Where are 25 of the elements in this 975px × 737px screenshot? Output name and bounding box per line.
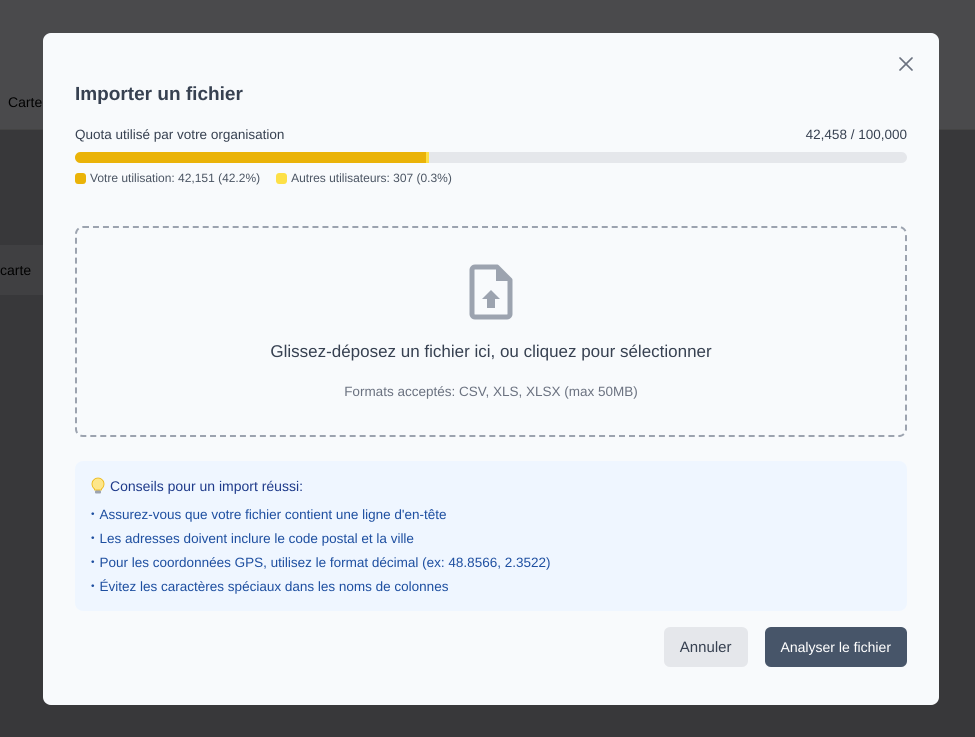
bullet: •: [91, 580, 95, 594]
bullet: •: [91, 532, 95, 546]
analyze-button[interactable]: Analyser le fichier: [764, 627, 907, 667]
bullet: •: [91, 508, 95, 522]
dialog-title: Importer un fichier: [75, 83, 244, 107]
drop-zone-text: Glissez-déposez un fichier ici, ou cliquez pour sélectionner: [270, 342, 712, 362]
file-upload-icon: [469, 264, 513, 320]
tip-text: Les adresses doivent inclure le code postal et la ville: [100, 530, 414, 548]
quota-total: 42,458 / 100,000: [806, 127, 907, 142]
tip-text: Pour les coordonnées GPS, utilisez le format décimal (ex: 48.8566, 2.3522): [100, 554, 551, 572]
file-drop-zone[interactable]: Glissez-déposez un fichier ici, ou cliquez pour sélectionner Formats acceptés: CSV, XLS, XLSX (max 50MB): [75, 226, 907, 437]
lightbulb-icon: [91, 477, 105, 495]
cancel-button[interactable]: Annuler: [664, 627, 748, 667]
bullet: •: [91, 556, 95, 570]
legend-label: Votre utilisation: 42,151 (42.2%): [90, 171, 260, 185]
page-row-label: carte: [0, 262, 32, 278]
close-button[interactable]: [897, 55, 915, 73]
page-tab-label: Carte: [8, 94, 42, 110]
legend-label: Autres utilisateurs: 307 (0.3%): [291, 171, 452, 185]
close-icon: [899, 57, 913, 71]
tip-text: Évitez les caractères spéciaux dans les noms de colonnes: [100, 578, 448, 596]
formats-hint: Formats acceptés: CSV, XLS, XLSX (max 50MB): [344, 384, 638, 399]
quota-label: Quota utilisé par votre organisation: [75, 127, 284, 142]
tips-title: Conseils pour un import réussi:: [110, 478, 303, 494]
tip-text: Assurez-vous que votre fichier contient une ligne d'en-tête: [100, 506, 447, 524]
